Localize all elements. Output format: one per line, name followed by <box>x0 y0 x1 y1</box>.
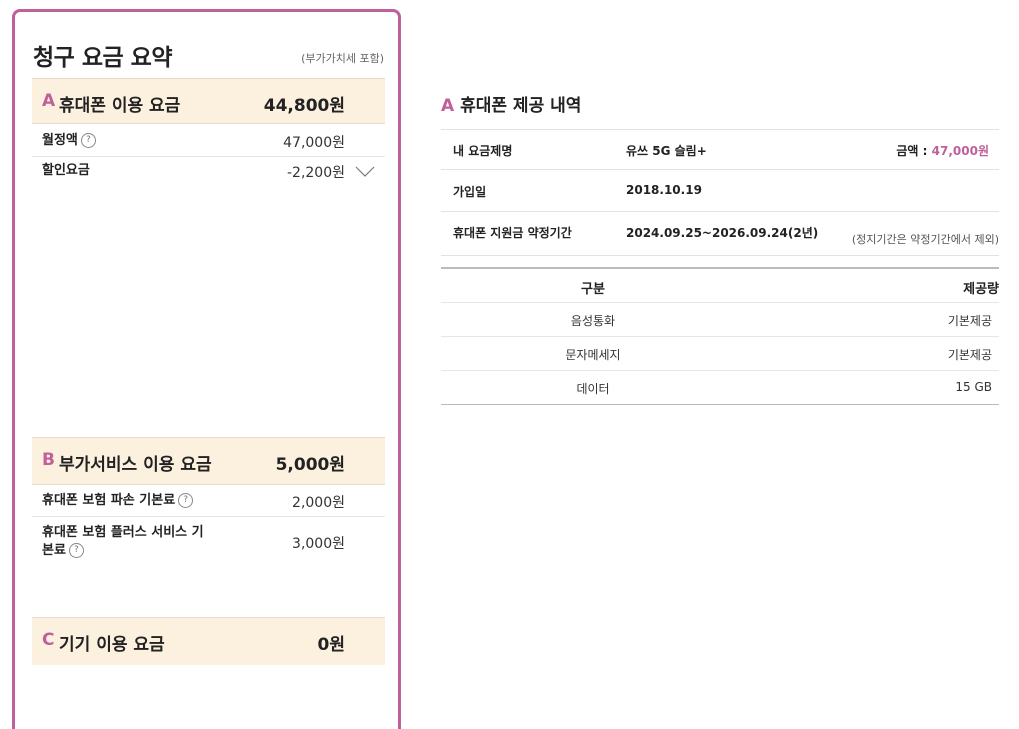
bill-summary-panel: 청구 요금 요약 (부가가치세 포함) A 휴대폰 이용 요금 44,800원 … <box>12 9 401 729</box>
section-name: 부가서비스 이용 요금 <box>59 455 212 475</box>
fee-value: 2,000원 <box>292 495 345 511</box>
vat-note: (부가가치세 포함) <box>301 52 384 65</box>
table-row: 음성통화 기본제공 <box>441 303 999 337</box>
contract-row: 휴대폰 지원금 약정기간 2024.09.25~2026.09.24(2년) (… <box>441 212 999 256</box>
section-b-header: B 부가서비스 이용 요금 5,000원 <box>32 437 385 485</box>
amount-label: 금액 : <box>896 144 932 158</box>
plan-label: 내 요금제명 <box>453 144 513 158</box>
help-icon[interactable]: ? <box>80 133 96 148</box>
detail-title: A 휴대폰 제공 내역 <box>441 91 581 116</box>
fee-row-insurance-plus: 휴대폰 보험 플러스 서비스 기 본료? 3,000원 <box>32 517 385 567</box>
header-cell: 제공량 <box>963 282 999 297</box>
section-letter: C <box>42 630 55 650</box>
join-label: 가입일 <box>453 185 487 199</box>
table-row: 데이터 15 GB <box>441 371 999 404</box>
table-cell: 음성통화 <box>570 314 616 328</box>
fee-value: -2,200원 <box>286 165 345 181</box>
header-cell: 구분 <box>581 282 605 297</box>
plan-name: 유쓰 5G 슬림+ <box>626 144 707 158</box>
table-cell: 15 GB <box>955 380 992 394</box>
join-row: 가입일 2018.10.19 <box>441 170 999 212</box>
fee-label: 월정액 <box>42 133 78 148</box>
join-date: 2018.10.19 <box>626 183 702 197</box>
fee-row-monthly: 월정액? 47,000원 <box>32 125 385 157</box>
help-icon[interactable]: ? <box>178 493 194 508</box>
plan-row: 내 요금제명 유쓰 5G 슬림+ 금액 : 47,000원 <box>441 129 999 170</box>
fee-value: 3,000원 <box>292 536 345 552</box>
section-amount: 5,000원 <box>275 455 345 475</box>
section-letter: A <box>42 91 56 111</box>
contract-note: (정지기간은 약정기간에서 제외) <box>851 233 999 246</box>
fee-label-line1: 휴대폰 보험 플러스 서비스 기 <box>42 525 204 540</box>
contract-period: 2024.09.25~2026.09.24(2년) <box>626 226 819 240</box>
section-amount: 44,800원 <box>263 96 345 116</box>
table-cell: 기본제공 <box>947 348 992 362</box>
table-header: 구분 제공량 <box>441 269 999 303</box>
section-c-header: C 기기 이용 요금 0원 <box>32 617 385 665</box>
fee-row-insurance-basic: 휴대폰 보험 파손 기본료? 2,000원 <box>32 485 385 517</box>
detail-letter: A <box>441 96 455 116</box>
section-name: 휴대폰 이용 요금 <box>59 96 181 116</box>
fee-label-line2: 본료 <box>42 543 66 558</box>
chevron-down-icon[interactable] <box>355 166 375 178</box>
section-amount: 0원 <box>317 635 345 655</box>
fee-label: 휴대폰 보험 파손 기본료 <box>42 493 176 508</box>
fee-label: 할인요금 <box>42 163 90 178</box>
detail-title-text: 휴대폰 제공 내역 <box>460 96 582 116</box>
provision-table: 구분 제공량 음성통화 기본제공 문자메세지 기본제공 데이터 15 GB <box>441 267 999 405</box>
section-letter: B <box>42 450 55 470</box>
fee-row-discount[interactable]: 할인요금 -2,200원 <box>32 157 385 187</box>
panel-title: 청구 요금 요약 <box>33 45 172 71</box>
table-cell: 기본제공 <box>947 314 992 328</box>
section-a-header: A 휴대폰 이용 요금 44,800원 <box>32 78 385 124</box>
table-row: 문자메세지 기본제공 <box>441 337 999 371</box>
section-name: 기기 이용 요금 <box>59 635 165 655</box>
contract-label: 휴대폰 지원금 약정기간 <box>453 226 572 240</box>
amount-value: 47,000원 <box>931 144 989 158</box>
help-icon[interactable]: ? <box>68 543 84 558</box>
table-cell: 문자메세지 <box>565 348 621 362</box>
table-cell: 데이터 <box>576 382 610 396</box>
fee-value: 47,000원 <box>283 135 345 151</box>
